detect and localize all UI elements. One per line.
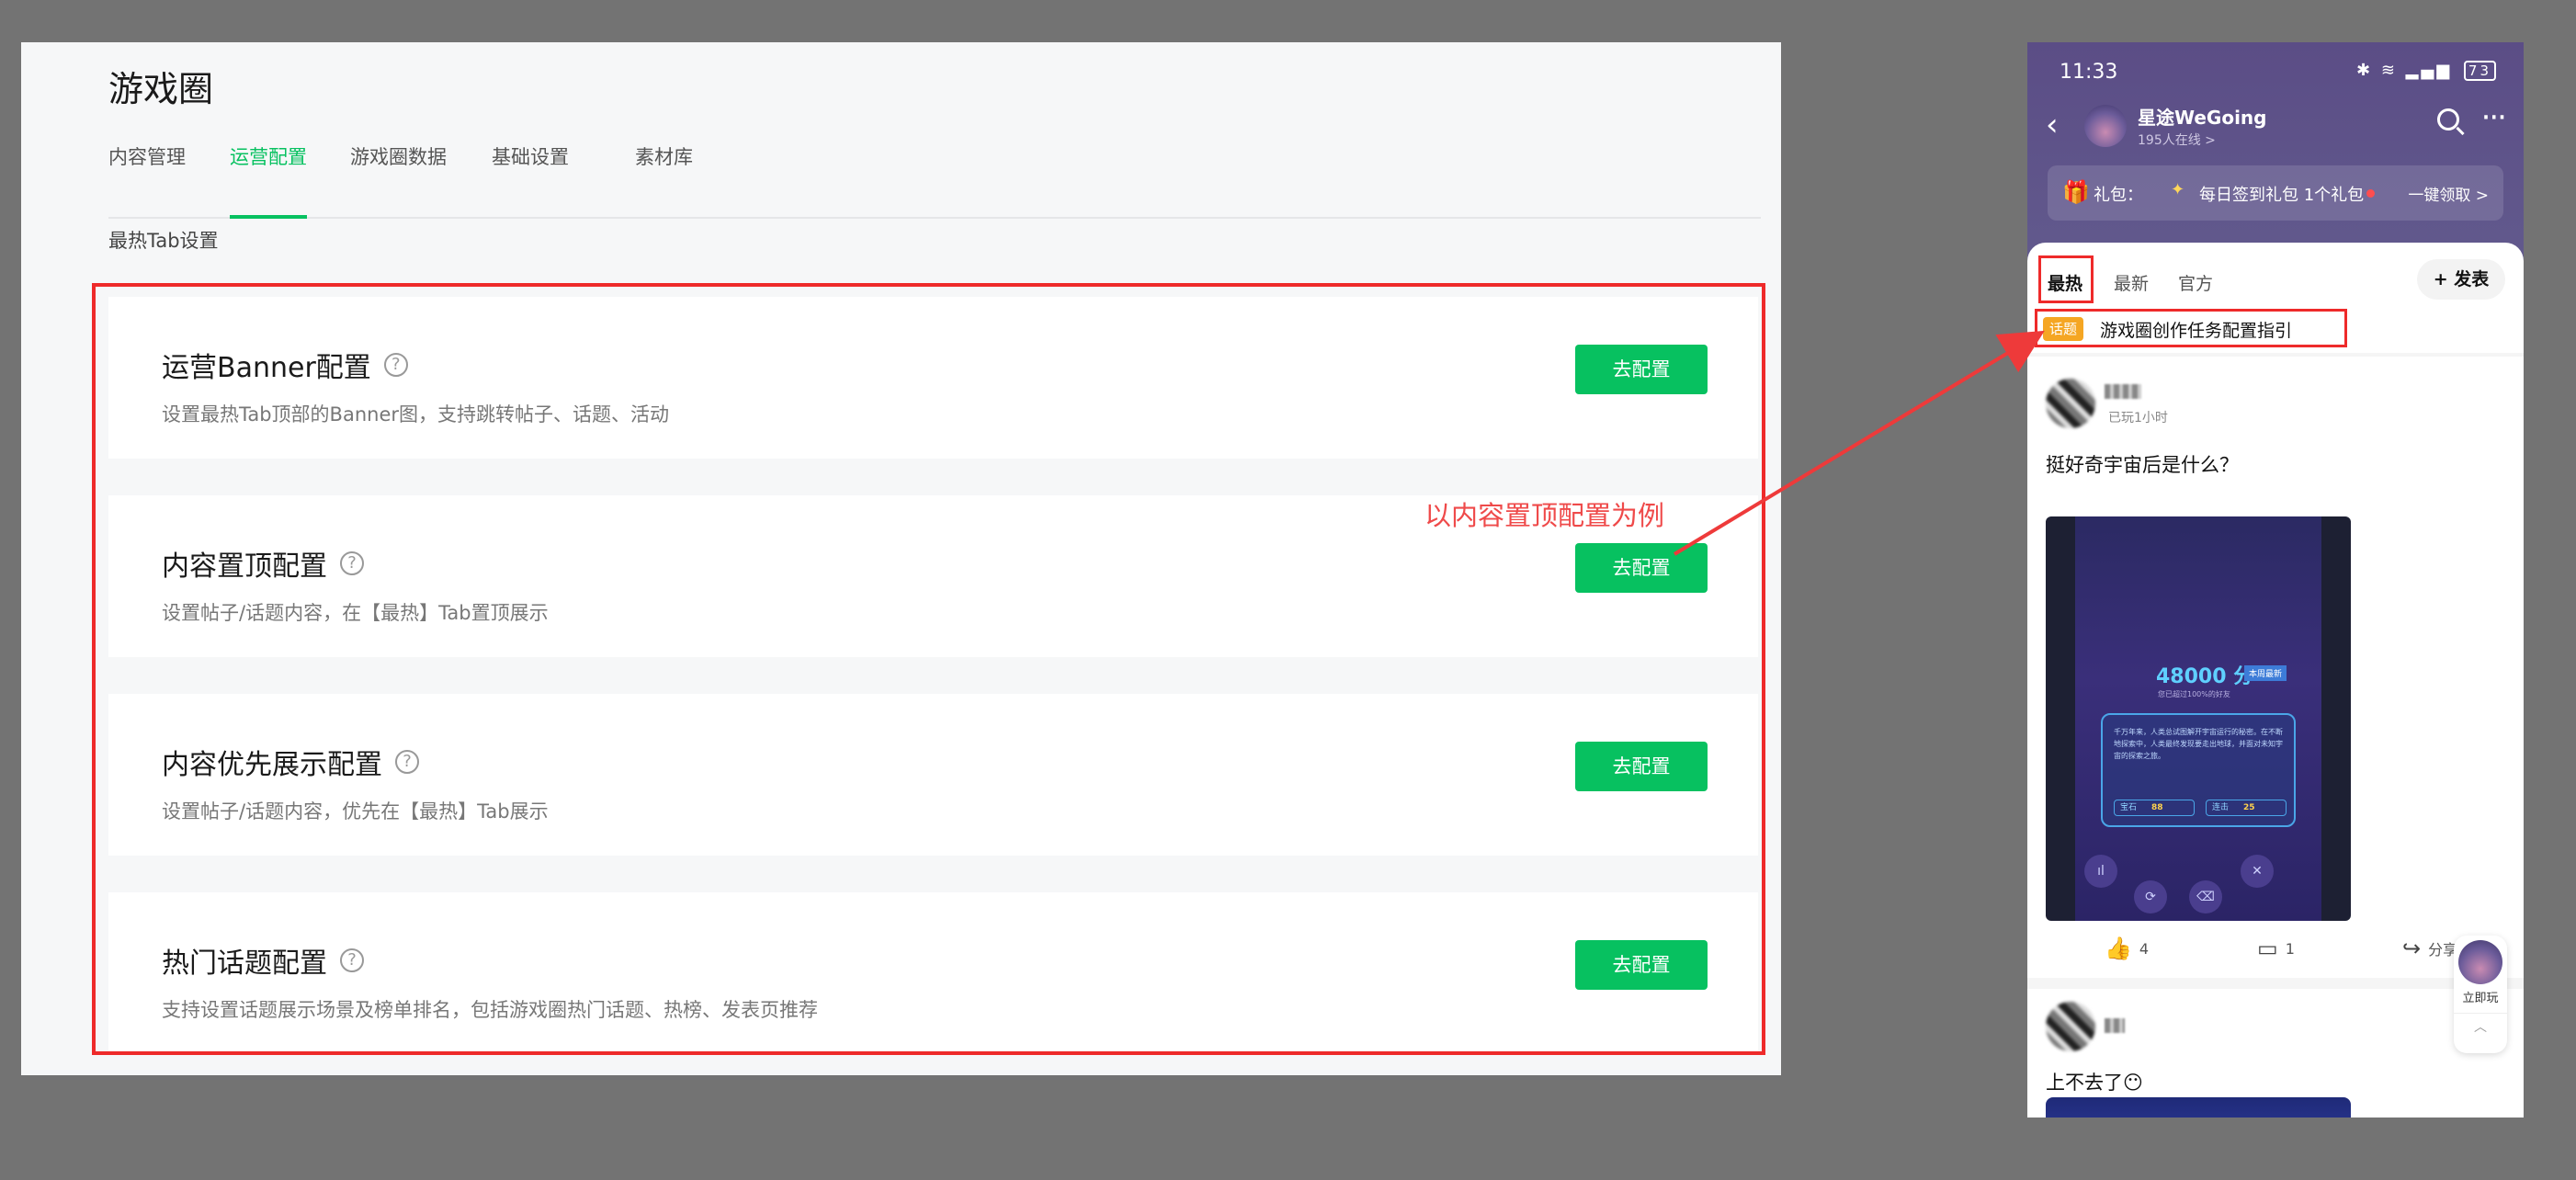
comment-count: 1 <box>2285 939 2295 958</box>
circle-nav-bar: ‹ 星途WeGoing 195人在线 > ··· <box>2027 96 2524 160</box>
back-arrow-icon[interactable]: ‹ <box>2046 107 2059 143</box>
like-button[interactable]: 👍 4 <box>2105 936 2149 961</box>
card-description: 设置帖子/话题内容，优先在【最热】Tab展示 <box>162 800 549 823</box>
comment-icon: ▭ <box>2257 936 2278 961</box>
config-card-hot-topic: 热门话题配置 ? 支持设置话题展示场景及榜单排名，包括游戏圈热门话题、热榜、发表… <box>108 892 1758 1054</box>
claim-all-link[interactable]: 一键领取 > <box>2408 182 2489 205</box>
card-description: 设置最热Tab顶部的Banner图，支持跳转帖子、话题、活动 <box>162 403 669 425</box>
phone-header: 11:33 ✱ ≋ ▂▄▆ 73 ‹ 星途WeGoing 195人在线 > ··… <box>2027 42 2524 272</box>
help-icon[interactable]: ? <box>395 750 419 774</box>
like-count: 4 <box>2139 939 2150 958</box>
status-time: 11:33 <box>2060 61 2118 84</box>
star-icon: ✦ <box>2171 180 2185 199</box>
post-image[interactable]: 48000 分 本周最新 您已超过100%的好友 千万年来，人类总试图解开宇宙运… <box>2046 516 2351 921</box>
tab-circle-data[interactable]: 游戏圈数据 <box>350 134 447 219</box>
game-stat-value: 25 <box>2243 803 2255 812</box>
post-meta: 已玩1小时 <box>2108 411 2168 425</box>
tab-asset-library[interactable]: 素材库 <box>635 134 693 219</box>
gift-text: 每日签到礼包 1个礼包 <box>2199 186 2365 205</box>
thumbs-up-icon: 👍 <box>2105 936 2132 961</box>
help-icon[interactable]: ? <box>340 551 364 575</box>
avatar[interactable] <box>2046 379 2095 428</box>
post-text[interactable]: 挺好奇宇宙后是什么？ <box>2046 450 2239 478</box>
game-screenshot: 48000 分 本周最新 您已超过100%的好友 千万年来，人类总试图解开宇宙运… <box>2075 516 2321 921</box>
bluetooth-icon: ✱ <box>2355 61 2374 80</box>
card-description: 支持设置话题展示场景及榜单排名，包括游戏圈热门话题、热榜、发表页推荐 <box>162 999 818 1021</box>
tab-basic-settings[interactable]: 基础设置 <box>492 134 569 219</box>
gift-label: 礼包： <box>2094 186 2143 205</box>
card-title: 运营Banner配置 <box>162 352 371 384</box>
post-card[interactable]: 上不去了😶 <box>2027 989 2524 1118</box>
phone-screen: 11:33 ✱ ≋ ▂▄▆ 73 ‹ 星途WeGoing 195人在线 > ··… <box>2027 42 2524 1118</box>
settings-icon: ✕ <box>2241 855 2274 888</box>
tab-content-management[interactable]: 内容管理 <box>108 134 186 219</box>
tab-operations-config[interactable]: 运营配置 <box>230 134 307 219</box>
tab-official[interactable]: 官方 <box>2178 270 2213 295</box>
game-stat-value: 88 <box>2151 803 2163 812</box>
more-icon[interactable]: ··· <box>2481 99 2507 136</box>
post-card[interactable]: 已玩1小时 挺好奇宇宙后是什么？ 48000 分 本周最新 您已超过100%的好… <box>2027 357 2524 978</box>
refresh-icon: ⟳ <box>2134 880 2167 913</box>
username[interactable] <box>2105 384 2141 399</box>
share-button[interactable]: ↪ 分享 <box>2402 936 2457 961</box>
username[interactable] <box>2105 1018 2125 1033</box>
page-title: 游戏圈 <box>108 69 214 109</box>
configure-priority-button[interactable]: 去配置 <box>1575 742 1708 791</box>
signal-icon: ▂▄▆ <box>2405 61 2453 80</box>
game-stat: 宝石 88 <box>2114 800 2195 816</box>
post-text[interactable]: 上不去了😶 <box>2046 1068 2143 1095</box>
tab-bar: 内容管理 运营配置 游戏圈数据 基础设置 素材库 <box>108 134 1761 219</box>
game-panel: 千万年来，人类总试图解开宇宙运行的秘密。在不断地探索中，人类最终发现要走出地球，… <box>2101 713 2296 827</box>
share-icon: ↪ <box>2402 936 2422 961</box>
section-title: 最热Tab设置 <box>108 230 219 252</box>
game-story: 千万年来，人类总试图解开宇宙运行的秘密。在不断地探索中，人类最终发现要走出地球，… <box>2114 728 2283 760</box>
notification-dot <box>2366 189 2375 198</box>
status-icons: ✱ ≋ ▂▄▆ 73 <box>2356 61 2496 81</box>
help-icon[interactable]: ? <box>340 948 364 972</box>
game-score: 48000 分 <box>2156 665 2254 688</box>
circle-name[interactable]: 星途WeGoing <box>2138 103 2266 130</box>
game-stat: 连击 25 <box>2206 800 2287 816</box>
chevron-up-icon[interactable]: ︿ <box>2454 1013 2507 1036</box>
card-description: 设置帖子/话题内容，在【最热】Tab置顶展示 <box>162 602 549 624</box>
configure-banner-button[interactable]: 去配置 <box>1575 345 1708 394</box>
status-bar: 11:33 ✱ ≋ ▂▄▆ 73 <box>2060 59 2496 92</box>
config-card-priority: 内容优先展示配置 ? 设置帖子/话题内容，优先在【最热】Tab展示 去配置 <box>108 694 1758 856</box>
card-title: 热门话题配置 <box>162 947 327 980</box>
chart-icon: ıl <box>2084 855 2117 888</box>
tab-latest[interactable]: 最新 <box>2114 270 2149 295</box>
card-title: 内容置顶配置 <box>162 550 327 583</box>
post-actions: 👍 4 ▭ 1 ↪ 分享 <box>2027 926 2524 970</box>
post-image[interactable] <box>2046 1097 2351 1118</box>
play-now-label: 立即玩 <box>2462 992 2499 1005</box>
gift-bar[interactable]: 🎁 礼包： ✦ 每日签到礼包 1个礼包 一键领取 > <box>2048 165 2503 221</box>
topic-text: 游戏圈创作任务配置指引 <box>2100 321 2293 341</box>
configure-hot-topic-button[interactable]: 去配置 <box>1575 940 1708 990</box>
trash-icon: ⌫ <box>2189 880 2222 913</box>
config-card-banner: 运营Banner配置 ? 设置最热Tab顶部的Banner图，支持跳转帖子、话题… <box>108 297 1758 459</box>
tab-hot[interactable]: 最热 <box>2048 270 2082 295</box>
gift-icon: 🎁 <box>2062 179 2090 205</box>
game-stat-label: 宝石 <box>2120 803 2138 812</box>
play-now-float[interactable]: 立即玩 ︿ <box>2454 936 2507 1053</box>
comment-button[interactable]: ▭ 1 <box>2257 936 2295 961</box>
configure-pin-button[interactable]: 去配置 <box>1575 543 1708 593</box>
publish-button[interactable]: + 发表 <box>2417 259 2505 300</box>
admin-panel: 游戏圈 内容管理 运营配置 游戏圈数据 基础设置 素材库 最热Tab设置 运营B… <box>21 42 1781 1075</box>
help-icon[interactable]: ? <box>383 353 408 377</box>
avatar[interactable] <box>2046 1002 2095 1051</box>
game-avatar <box>2458 940 2502 984</box>
card-title: 内容优先展示配置 <box>162 749 382 781</box>
game-score-tag: 本周最新 <box>2244 665 2287 681</box>
topic-tag: 话题 <box>2043 317 2084 341</box>
battery-icon: 73 <box>2463 61 2496 81</box>
search-icon[interactable] <box>2437 108 2459 130</box>
circle-online-count[interactable]: 195人在线 > <box>2138 130 2216 149</box>
game-subtitle: 您已超过100%的好友 <box>2158 690 2230 698</box>
circle-avatar[interactable] <box>2084 105 2127 147</box>
topic-banner[interactable]: 话题 游戏圈创作任务配置指引 <box>2035 309 2347 347</box>
game-stat-label: 连击 <box>2212 803 2230 812</box>
annotation-label: 以内容置顶配置为例 <box>1424 500 1665 531</box>
wifi-icon: ≋ <box>2380 61 2398 80</box>
